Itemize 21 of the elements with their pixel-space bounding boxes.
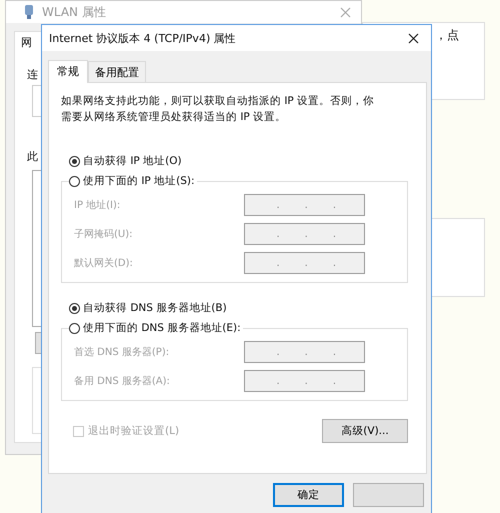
label-fragment: 连 [27, 67, 38, 82]
field-label: 备用 DNS 服务器(A): [74, 375, 170, 388]
field-label: 子网掩码(U): [74, 228, 132, 241]
field-label: 首选 DNS 服务器(P): [74, 346, 170, 359]
tab[interactable]: 常规 [48, 60, 88, 83]
network-adapter-icon [24, 4, 34, 20]
field-label: IP 地址(I): [74, 198, 120, 212]
label-fragment: 网 [21, 35, 32, 50]
radio-option[interactable]: 自动获得 IP 地址(O) [69, 151, 408, 171]
window-title: WLAN 属性 [42, 4, 106, 20]
dialog-title: Internet 协议版本 4 (TCP/IPv4) 属性 [49, 30, 236, 46]
advanced-button[interactable]: 高级(V)... [322, 419, 408, 443]
radio-option[interactable]: 自动获得 DNS 服务器地址(B) [69, 298, 408, 318]
label-fragment: 此 [27, 149, 38, 164]
close-icon[interactable] [408, 32, 419, 44]
ok-button[interactable]: 确定 [273, 483, 344, 507]
panel-text: ，点 [435, 27, 459, 44]
description-text: 如果网络支持此功能，则可以获取自动指派的 IP 设置。否则，你需要从网络系统管理员处获得适当的 IP 设置。 [61, 94, 376, 125]
field-label: 默认网关(D): [74, 256, 133, 270]
dialog-button[interactable] [353, 483, 424, 507]
tab[interactable]: 备用配置 [88, 61, 146, 82]
